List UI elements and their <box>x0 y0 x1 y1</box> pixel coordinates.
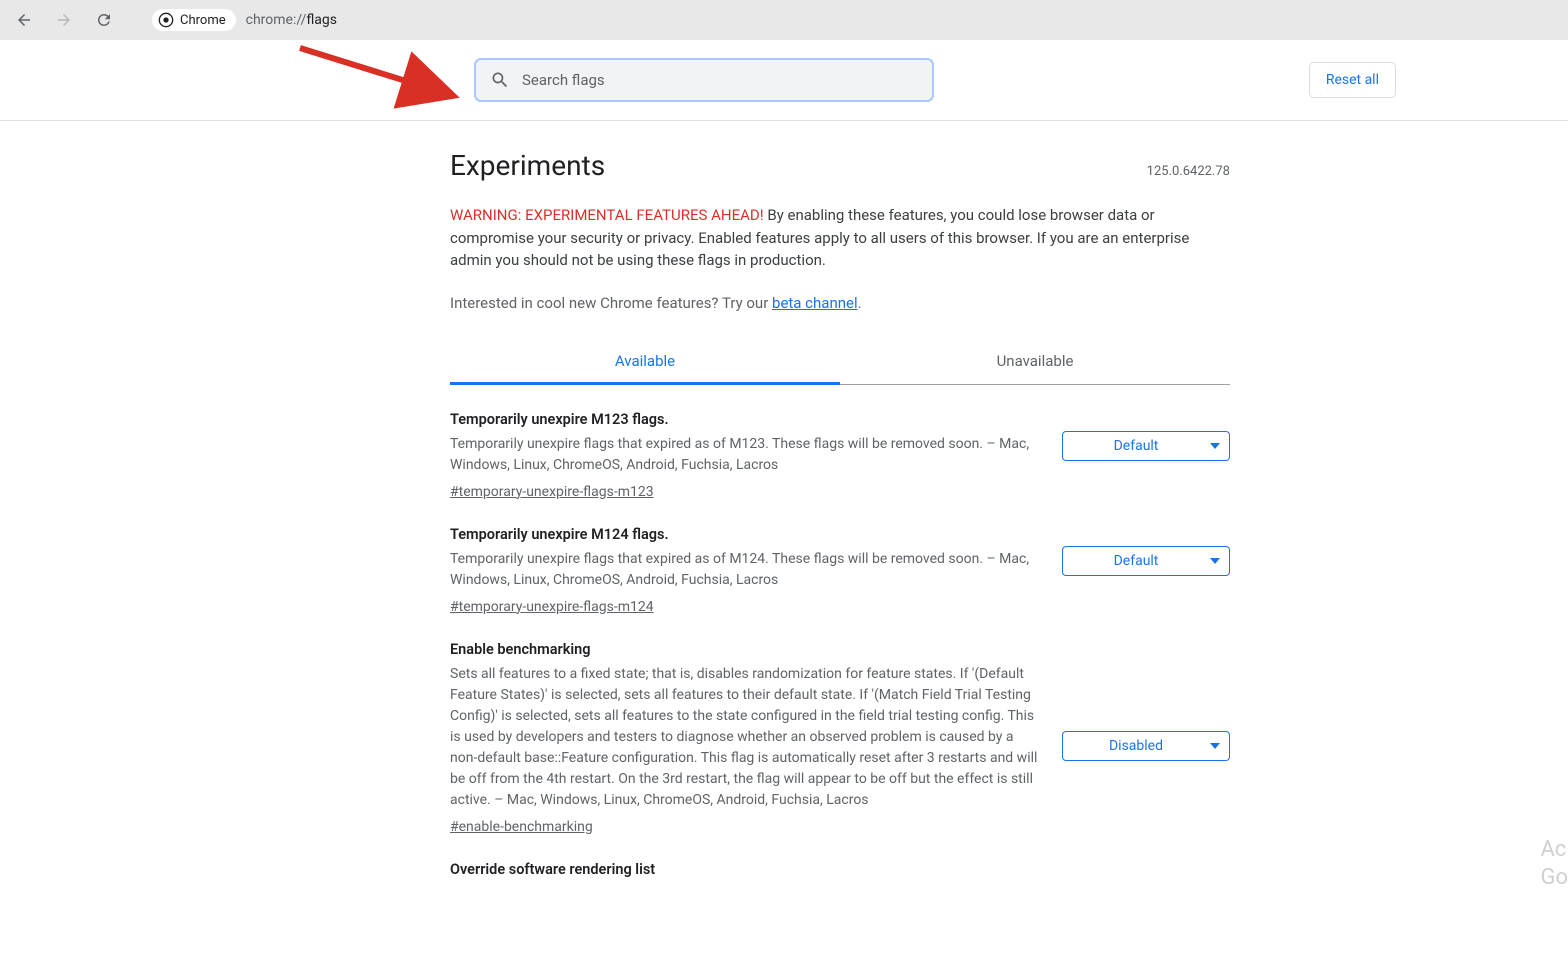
search-box[interactable] <box>474 58 934 102</box>
flag-select[interactable]: Default <box>1062 546 1230 576</box>
flag-select[interactable]: Disabled <box>1062 731 1230 761</box>
search-input[interactable] <box>522 71 918 89</box>
flag-title: Temporarily unexpire M123 flags. <box>450 411 1042 428</box>
flag-desc: Temporarily unexpire flags that expired … <box>450 434 1042 476</box>
tab-unavailable[interactable]: Unavailable <box>840 340 1230 384</box>
flag-select[interactable]: Default <box>1062 431 1230 461</box>
warning-text: WARNING: EXPERIMENTAL FEATURES AHEAD! By… <box>450 204 1230 272</box>
flag-item: Override software rendering list <box>450 861 1230 878</box>
tab-available[interactable]: Available <box>450 340 840 385</box>
annotation-arrow <box>296 44 466 112</box>
watermark: Ac Go <box>1536 836 1568 893</box>
back-button[interactable] <box>10 6 38 34</box>
page-title: Experiments <box>450 149 605 182</box>
interest-text: Interested in cool new Chrome features? … <box>450 294 1230 312</box>
beta-channel-link[interactable]: beta channel <box>772 294 858 312</box>
main-content: Experiments 125.0.6422.78 WARNING: EXPER… <box>450 121 1230 878</box>
search-icon <box>490 70 510 90</box>
flag-desc: Temporarily unexpire flags that expired … <box>450 549 1042 591</box>
flag-anchor-link[interactable]: #enable-benchmarking <box>450 819 593 835</box>
forward-button[interactable] <box>50 6 78 34</box>
flag-title: Override software rendering list <box>450 861 1230 878</box>
reload-button[interactable] <box>90 6 118 34</box>
flag-title: Temporarily unexpire M124 flags. <box>450 526 1042 543</box>
tabs: Available Unavailable <box>450 340 1230 385</box>
browser-toolbar: Chrome chrome://flags <box>0 0 1568 40</box>
version-label: 125.0.6422.78 <box>1147 164 1230 179</box>
chrome-label: Chrome <box>180 13 226 28</box>
reload-icon <box>95 11 113 29</box>
flag-desc: Sets all features to a fixed state; that… <box>450 664 1042 811</box>
flag-item: Enable benchmarking Sets all features to… <box>450 641 1230 835</box>
address-bar[interactable]: Chrome chrome://flags <box>146 5 1558 35</box>
chrome-icon <box>158 12 174 28</box>
url-text: chrome://flags <box>246 12 337 28</box>
arrow-left-icon <box>15 11 33 29</box>
flag-anchor-link[interactable]: #temporary-unexpire-flags-m124 <box>450 599 654 615</box>
search-row: Reset all <box>0 40 1568 121</box>
reset-all-button[interactable]: Reset all <box>1309 62 1396 98</box>
flag-item: Temporarily unexpire M123 flags. Tempora… <box>450 411 1230 500</box>
flag-item: Temporarily unexpire M124 flags. Tempora… <box>450 526 1230 615</box>
arrow-right-icon <box>55 11 73 29</box>
flag-anchor-link[interactable]: #temporary-unexpire-flags-m123 <box>450 484 654 500</box>
chrome-pill: Chrome <box>152 9 236 31</box>
flag-title: Enable benchmarking <box>450 641 1042 658</box>
